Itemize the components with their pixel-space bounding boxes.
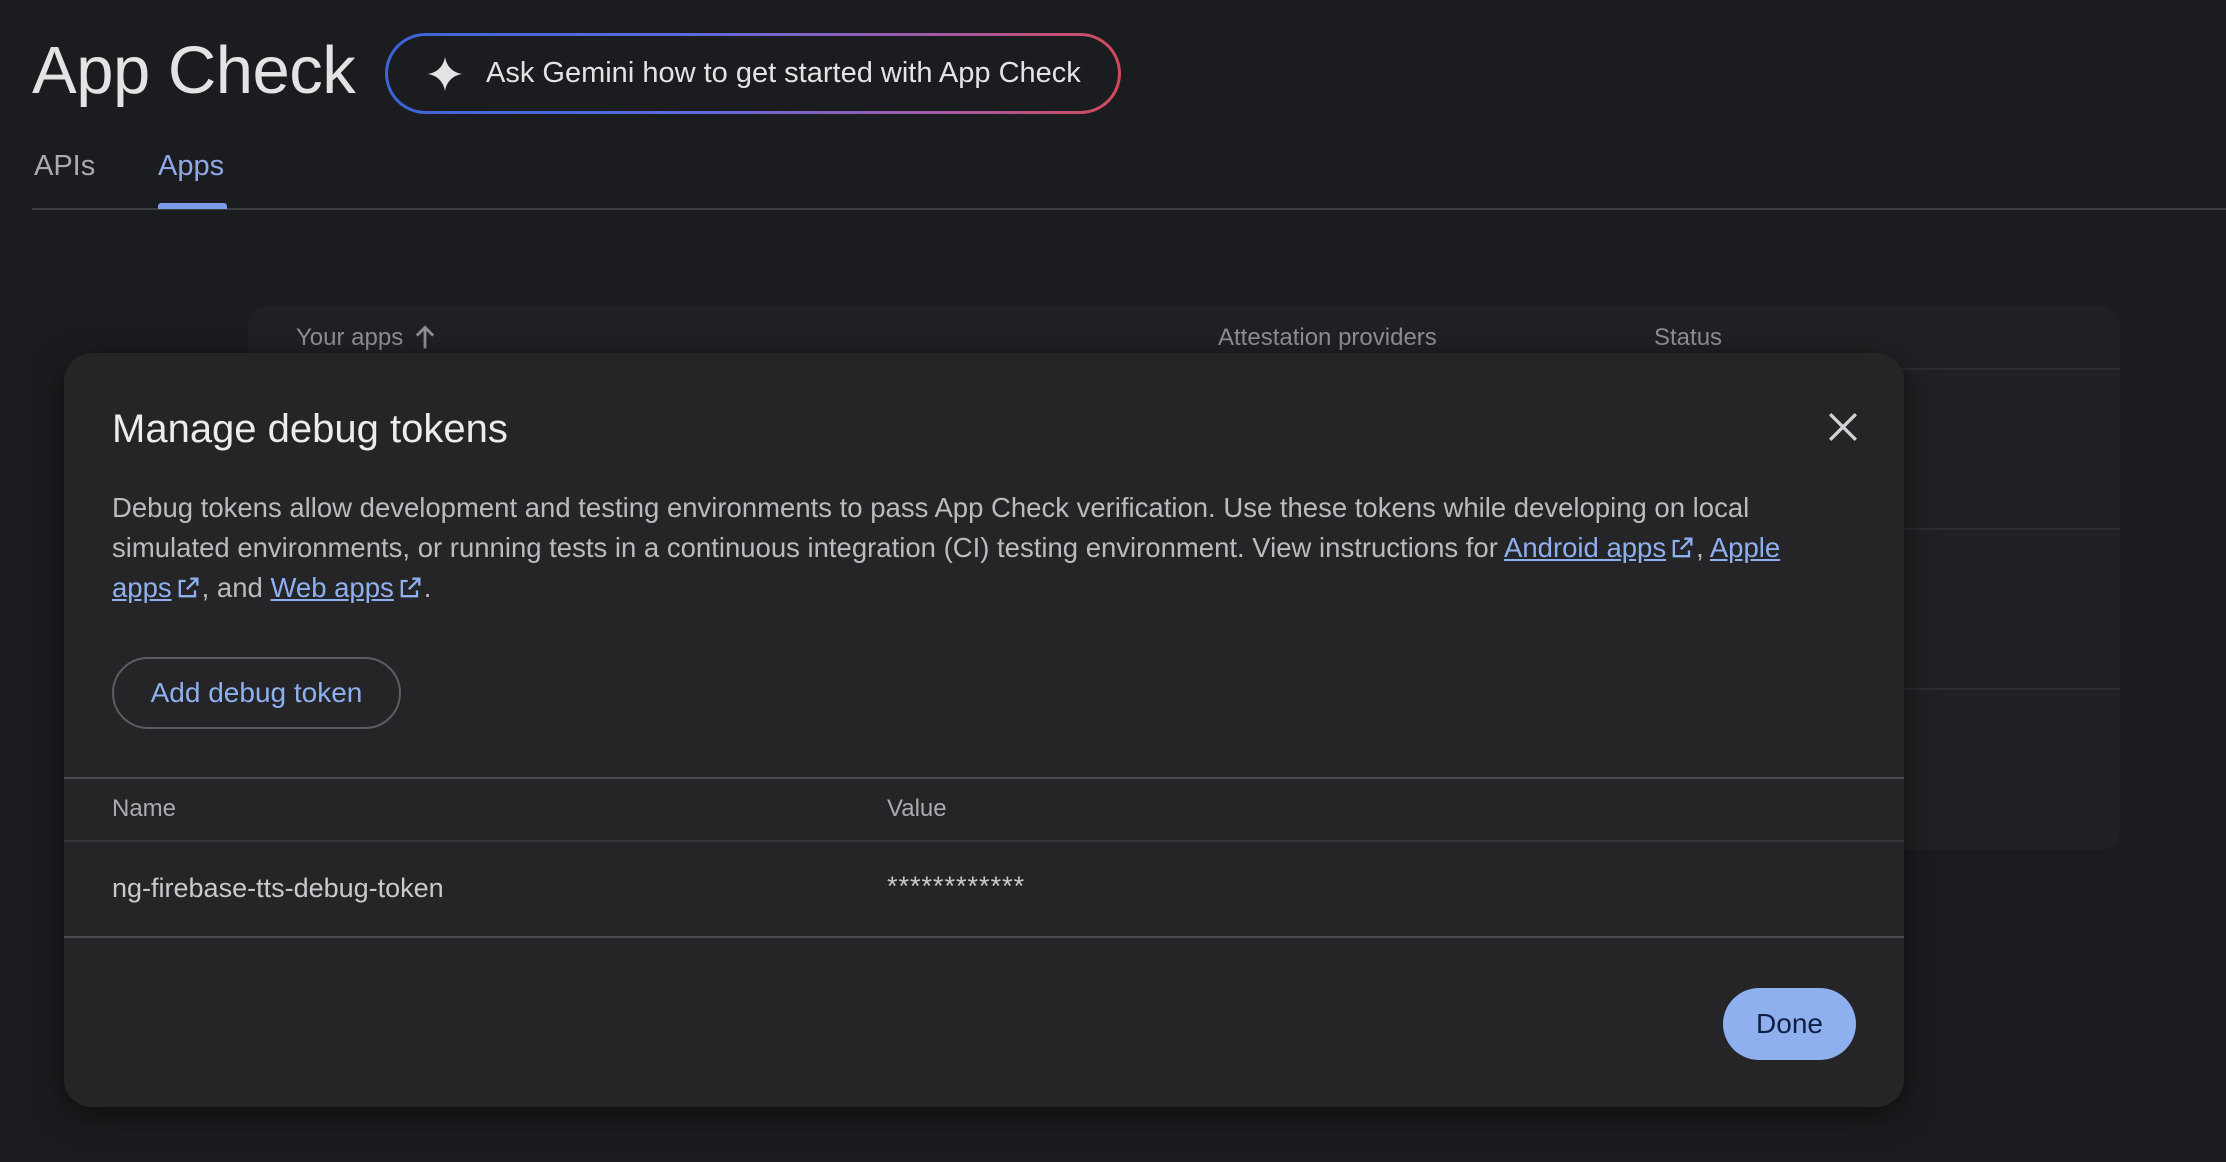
tab-apis[interactable]: APIs bbox=[34, 150, 95, 210]
manage-debug-tokens-dialog: Manage debug tokens Debug tokens allow d… bbox=[64, 353, 1904, 1107]
column-status: Status bbox=[1654, 324, 1723, 351]
add-debug-token-button[interactable]: Add debug token bbox=[112, 657, 401, 729]
separator: , and bbox=[201, 572, 263, 603]
done-button[interactable]: Done bbox=[1723, 988, 1856, 1060]
page-title: App Check bbox=[32, 33, 356, 108]
column-your-apps-label: Your apps bbox=[296, 324, 404, 351]
period: . bbox=[423, 572, 432, 603]
app-check-page: App Check Ask Gemini how to get started … bbox=[0, 0, 2226, 1162]
table-divider bbox=[64, 777, 1904, 779]
close-button[interactable] bbox=[1821, 405, 1865, 449]
token-name: ng-firebase-tts-debug-token bbox=[112, 873, 444, 903]
table-divider bbox=[64, 840, 1904, 842]
ask-gemini-label: Ask Gemini how to get started with App C… bbox=[486, 57, 1081, 89]
external-link-icon bbox=[1672, 537, 1693, 558]
android-apps-link[interactable]: Android apps bbox=[1504, 532, 1666, 563]
column-value: Value bbox=[887, 795, 947, 822]
external-link-icon bbox=[400, 577, 421, 598]
column-attestation-providers: Attestation providers bbox=[1218, 324, 1437, 351]
dialog-title: Manage debug tokens bbox=[112, 407, 508, 451]
close-icon bbox=[1828, 412, 1858, 442]
ask-gemini-button[interactable]: Ask Gemini how to get started with App C… bbox=[385, 33, 1121, 114]
web-apps-link[interactable]: Web apps bbox=[270, 572, 393, 603]
column-name: Name bbox=[112, 795, 177, 822]
column-your-apps[interactable]: Your apps bbox=[296, 324, 439, 352]
tab-bar: APIs Apps bbox=[32, 150, 2226, 210]
token-value[interactable]: ************ bbox=[887, 871, 1025, 902]
active-tab-indicator bbox=[158, 203, 227, 209]
ask-gemini-button-inner[interactable]: Ask Gemini how to get started with App C… bbox=[388, 36, 1118, 111]
dialog-description: Debug tokens allow development and testi… bbox=[112, 488, 1832, 608]
external-link-icon bbox=[178, 577, 199, 598]
separator: , bbox=[1696, 532, 1704, 563]
arrow-up-icon bbox=[416, 325, 435, 349]
sparkle-icon bbox=[427, 56, 463, 91]
tab-apps[interactable]: Apps bbox=[158, 150, 224, 210]
table-divider bbox=[64, 936, 1904, 938]
